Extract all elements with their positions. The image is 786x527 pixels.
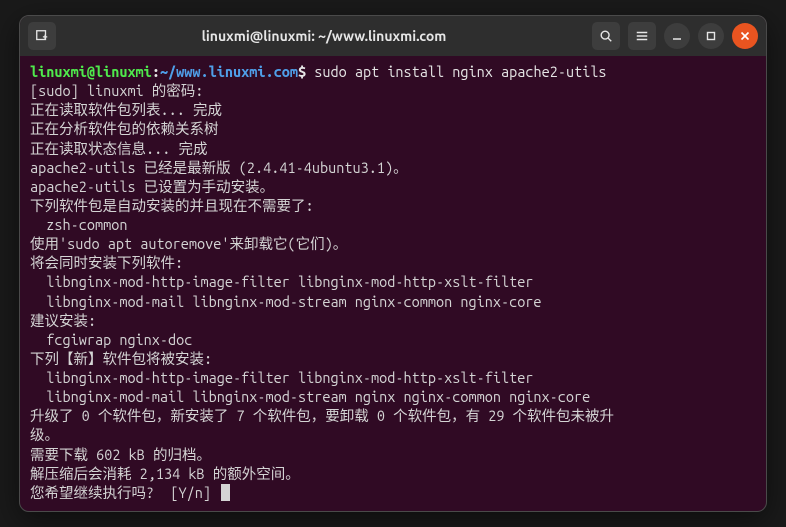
output-line: apache2-utils 已设置为手动安装。: [30, 177, 756, 196]
hamburger-icon: [635, 29, 649, 43]
cursor: [221, 484, 230, 501]
menu-button[interactable]: [628, 22, 656, 50]
output-line: zsh-common: [30, 215, 756, 234]
output-line: 正在读取软件包列表... 完成: [30, 100, 756, 119]
prompt-user-host: linuxmi@linuxmi: [30, 63, 152, 80]
output-line: 建议安装:: [30, 311, 756, 330]
search-icon: [599, 29, 613, 43]
close-button[interactable]: [732, 23, 758, 49]
output-line: 下列【新】软件包将被安装:: [30, 349, 756, 368]
prompt-line: linuxmi@linuxmi:~/www.linuxmi.com$ sudo …: [30, 62, 756, 81]
close-icon: [740, 31, 750, 41]
output-line: 下列软件包是自动安装的并且现在不需要了:: [30, 196, 756, 215]
command-text: sudo apt install nginx apache2-utils: [314, 63, 606, 80]
output-line: 使用'sudo apt autoremove'来卸载它(它们)。: [30, 234, 756, 253]
output-line: libnginx-mod-http-image-filter libnginx-…: [30, 272, 756, 291]
continue-prompt: 您希望继续执行吗? [Y/n]: [30, 483, 756, 502]
terminal-window: linuxmi@linuxmi: ~/www.linuxmi.com linux…: [19, 15, 767, 512]
output-line: libnginx-mod-mail libnginx-mod-stream ng…: [30, 387, 756, 406]
prompt-symbol: $: [298, 63, 306, 80]
output-line: 需要下载 602 kB 的归档。: [30, 445, 756, 464]
search-button[interactable]: [592, 22, 620, 50]
output-line: 正在分析软件包的依赖关系树: [30, 119, 756, 138]
minimize-icon: [672, 31, 682, 41]
output-line: fcgiwrap nginx-doc: [30, 330, 756, 349]
terminal-body[interactable]: linuxmi@linuxmi:~/www.linuxmi.com$ sudo …: [20, 56, 766, 511]
output-line: [sudo] linuxmi 的密码:: [30, 81, 756, 100]
maximize-icon: [706, 31, 716, 41]
output-line: 级。: [30, 425, 756, 444]
output-line: 升级了 0 个软件包，新安装了 7 个软件包，要卸载 0 个软件包，有 29 个…: [30, 406, 756, 425]
output-line: apache2-utils 已经是最新版 (2.4.41-4ubuntu3.1)…: [30, 158, 756, 177]
output-container: [sudo] linuxmi 的密码:正在读取软件包列表... 完成正在分析软件…: [30, 81, 756, 483]
window-title: linuxmi@linuxmi: ~/www.linuxmi.com: [62, 28, 586, 44]
titlebar: linuxmi@linuxmi: ~/www.linuxmi.com: [20, 16, 766, 56]
output-line: 解压缩后会消耗 2,134 kB 的额外空间。: [30, 464, 756, 483]
prompt-path: ~/www.linuxmi.com: [160, 63, 298, 80]
maximize-button[interactable]: [698, 23, 724, 49]
minimize-button[interactable]: [664, 23, 690, 49]
new-tab-button[interactable]: [28, 22, 56, 50]
output-line: 正在读取状态信息... 完成: [30, 139, 756, 158]
continue-prompt-text: 您希望继续执行吗? [Y/n]: [30, 484, 219, 501]
prompt-colon: :: [152, 63, 160, 80]
output-line: libnginx-mod-http-image-filter libnginx-…: [30, 368, 756, 387]
output-line: 将会同时安装下列软件:: [30, 253, 756, 272]
new-tab-icon: [35, 29, 49, 43]
output-line: libnginx-mod-mail libnginx-mod-stream ng…: [30, 292, 756, 311]
